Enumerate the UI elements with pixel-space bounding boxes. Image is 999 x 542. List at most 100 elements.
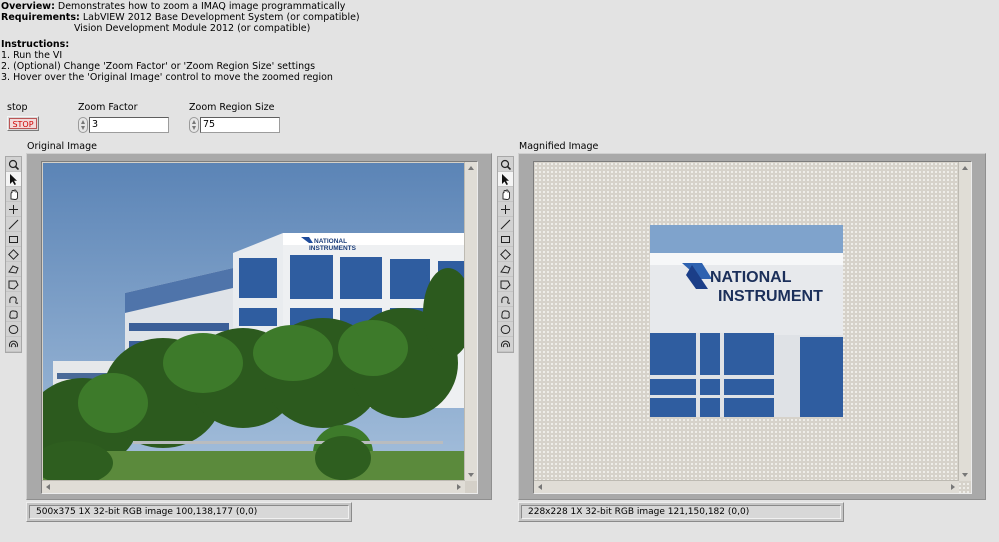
- magnified-vertical-scrollbar[interactable]: [958, 162, 971, 481]
- magnified-image-info: 228x228 1X 32-bit RGB image 121,150,182 …: [521, 505, 841, 519]
- annulus-icon: [8, 264, 19, 274]
- magnified-zoom-tool[interactable]: [498, 157, 513, 172]
- magnified-crosshair-tool[interactable]: [498, 202, 513, 217]
- rectangle-icon: [501, 235, 510, 243]
- original-crosshair-tool[interactable]: [6, 202, 21, 217]
- original-scroll-left-arrow[interactable]: [42, 481, 54, 493]
- requirements-line1: LabVIEW 2012 Base Development System (or…: [79, 12, 360, 23]
- polygon-icon: [500, 280, 511, 290]
- original-annulus-arc-tool[interactable]: [6, 337, 21, 352]
- zoom-region-size-input[interactable]: 75: [200, 116, 280, 133]
- zoom-region-size-label: Zoom Region Size: [189, 102, 275, 113]
- original-zoom-tool[interactable]: [6, 157, 21, 172]
- original-image-toolbar: [5, 156, 22, 353]
- polygon-icon: [8, 280, 19, 290]
- original-freehand-region-tool[interactable]: [6, 307, 21, 322]
- original-image-frame: NATIONAL INSTRUMENTS: [26, 153, 492, 500]
- rotated-rect-icon: [8, 248, 19, 260]
- original-scroll-up-arrow[interactable]: [465, 162, 477, 174]
- zoom-region-size-spinner[interactable]: [189, 116, 199, 133]
- freehand-region-icon: [9, 309, 18, 319]
- original-scroll-right-arrow[interactable]: [453, 481, 465, 493]
- stop-button[interactable]: STOP: [7, 116, 39, 131]
- magnified-oval-tool[interactable]: [498, 322, 513, 337]
- magnified-pointer-tool[interactable]: [498, 172, 513, 187]
- original-rectangle-tool[interactable]: [6, 232, 21, 247]
- oval-icon: [8, 324, 19, 334]
- documentation-block: Overview: Demonstrates how to zoom a IMA…: [1, 1, 360, 83]
- original-annulus-tool[interactable]: [6, 262, 21, 277]
- magnified-annulus-arc-tool[interactable]: [498, 337, 513, 352]
- original-line-tool[interactable]: [6, 217, 21, 232]
- line-icon: [8, 219, 19, 229]
- magnified-image-toolbar: [497, 156, 514, 353]
- original-polygon-tool[interactable]: [6, 277, 21, 292]
- zoom-factor-spinner[interactable]: [78, 116, 88, 133]
- magnified-scroll-left-arrow[interactable]: [534, 481, 546, 493]
- annulus-arc-icon: [9, 340, 18, 347]
- original-freehand-tool[interactable]: [6, 292, 21, 307]
- magnified-annulus-tool[interactable]: [498, 262, 513, 277]
- magnified-polygon-tool[interactable]: [498, 277, 513, 292]
- magnified-image-photo: NATIONAL INSTRUMENT: [650, 225, 843, 417]
- annulus-icon: [500, 264, 511, 274]
- instruction-step-3: 3. Hover over the 'Original Image' contr…: [1, 72, 333, 83]
- magnified-horizontal-scrollbar[interactable]: [534, 480, 959, 493]
- original-scroll-down-arrow[interactable]: [465, 469, 477, 481]
- freehand-icon: [9, 295, 19, 304]
- instruction-step-2: 2. (Optional) Change 'Zoom Factor' or 'Z…: [1, 61, 316, 72]
- magnified-sign-line2: INSTRUMENT: [718, 288, 823, 305]
- magnified-freehand-region-tool[interactable]: [498, 307, 513, 322]
- magnified-scroll-right-arrow[interactable]: [947, 481, 959, 493]
- original-image-photo: NATIONAL INSTRUMENTS: [43, 163, 464, 480]
- zoom-factor-input[interactable]: 3: [89, 116, 169, 133]
- magnified-image-status-bar: 228x228 1X 32-bit RGB image 121,150,182 …: [518, 502, 844, 522]
- original-horizontal-scrollbar[interactable]: [42, 480, 465, 493]
- instructions-label: Instructions:: [1, 39, 70, 50]
- freehand-region-icon: [501, 309, 510, 319]
- original-rotated-rect-tool[interactable]: [6, 247, 21, 262]
- magnified-image-frame: NATIONAL INSTRUMENT: [518, 153, 986, 500]
- pan-icon: [10, 189, 18, 200]
- freehand-icon: [501, 295, 511, 304]
- pointer-icon: [502, 173, 509, 185]
- original-sign-line2: INSTRUMENTS: [309, 245, 357, 252]
- stop-label: stop: [7, 102, 28, 113]
- original-image-status-bar: 500x375 1X 32-bit RGB image 100,138,177 …: [26, 502, 352, 522]
- magnified-scroll-up-arrow[interactable]: [959, 162, 971, 174]
- requirements-label: Requirements:: [1, 12, 80, 23]
- zoom-icon: [8, 159, 19, 170]
- zoom-factor-control: 3: [78, 116, 169, 133]
- original-pointer-tool[interactable]: [6, 172, 21, 187]
- magnified-rectangle-tool[interactable]: [498, 232, 513, 247]
- crosshair-icon: [501, 204, 510, 214]
- overview-text: Demonstrates how to zoom a IMAQ image pr…: [54, 1, 346, 12]
- line-icon: [500, 219, 511, 229]
- crosshair-icon: [9, 204, 18, 214]
- magnified-pan-tool[interactable]: [498, 187, 513, 202]
- original-vertical-scrollbar[interactable]: [464, 162, 477, 481]
- requirements-line2: Vision Development Module 2012 (or compa…: [74, 23, 311, 34]
- annulus-arc-icon: [501, 340, 510, 347]
- zoom-icon: [500, 159, 511, 170]
- zoom-region-size-control: 75: [189, 116, 280, 133]
- magnified-sign-line1: NATIONAL: [710, 269, 792, 286]
- magnified-rotated-rect-tool[interactable]: [498, 247, 513, 262]
- overview-label: Overview:: [1, 1, 55, 12]
- original-image-display[interactable]: NATIONAL INSTRUMENTS: [41, 161, 478, 494]
- rotated-rect-icon: [500, 248, 511, 260]
- original-image-info: 500x375 1X 32-bit RGB image 100,138,177 …: [29, 505, 349, 519]
- magnified-image-label: Magnified Image: [519, 141, 599, 152]
- original-pan-tool[interactable]: [6, 187, 21, 202]
- magnified-line-tool[interactable]: [498, 217, 513, 232]
- instruction-step-1: 1. Run the VI: [1, 50, 63, 61]
- pointer-icon: [10, 173, 17, 185]
- magnified-image-display[interactable]: NATIONAL INSTRUMENT: [533, 161, 972, 494]
- stop-button-label: STOP: [9, 118, 37, 129]
- magnified-scroll-down-arrow[interactable]: [959, 469, 971, 481]
- oval-icon: [500, 324, 511, 334]
- zoom-factor-label: Zoom Factor: [78, 102, 138, 113]
- original-oval-tool[interactable]: [6, 322, 21, 337]
- original-image-label: Original Image: [27, 141, 97, 152]
- magnified-freehand-tool[interactable]: [498, 292, 513, 307]
